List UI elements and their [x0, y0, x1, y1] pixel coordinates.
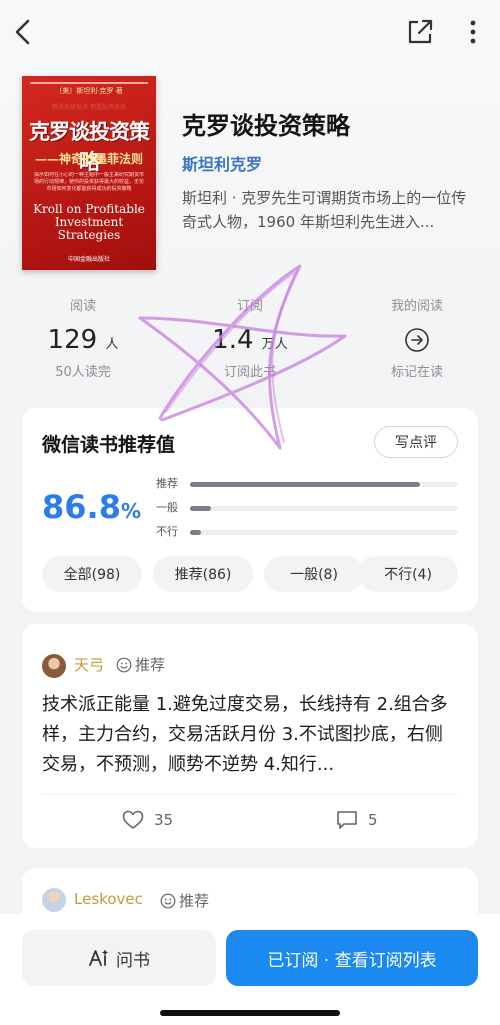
- smile-icon: [116, 657, 132, 672]
- score-value: 86.8: [42, 488, 121, 526]
- review-tag-label: 推荐: [135, 656, 166, 674]
- stat-my-reading-sub: 标记在读: [390, 365, 443, 380]
- divider: [42, 794, 458, 795]
- rating-bar-track: [190, 482, 458, 487]
- rating-bar-label: 不行: [156, 525, 178, 538]
- recommendation-score: 86.8%: [42, 488, 141, 526]
- stat-subscribe-unit: 万人: [261, 337, 288, 352]
- rating-bar-fill: [190, 482, 421, 487]
- stat-my-reading-icon-wrap: [334, 318, 500, 362]
- recommendation-card: 微信读书推荐值 写点评 86.8% 推荐 一般 不行 全部(98) 推荐(86)…: [22, 408, 478, 612]
- comment-count: 5: [368, 811, 378, 829]
- stat-subscribe-value: 1.4: [212, 325, 254, 355]
- ai-icon: [89, 949, 108, 966]
- cover-blurb: 揭示如何在小心的一种主题中一般主来研究期货市场的行动规律，使你的投资获得最大的收…: [33, 172, 144, 192]
- arrow-right-circle-icon: [405, 328, 429, 352]
- score-percent: %: [120, 499, 141, 523]
- stat-subscribe-value-wrap: 1.4 万人: [167, 318, 333, 362]
- comment-icon: [337, 811, 357, 829]
- stat-subscribe-label: 订阅: [236, 299, 263, 314]
- review-text[interactable]: 技术派正能量 1.避免过度交易，长线持有 2.组合多样，主力合约，交易活跃月份 …: [42, 690, 458, 780]
- stat-subscribe-sub: 订阅此书: [223, 365, 276, 380]
- book-cover[interactable]: 〔美〕斯坦利·克罗 著 精通期货投资 把握投资机会 克罗谈投资策略 ——神奇的墨…: [22, 76, 156, 270]
- filter-chip-all[interactable]: 全部(98): [42, 556, 142, 592]
- like-button[interactable]: 35: [122, 810, 173, 830]
- subscription-list-button[interactable]: 已订阅 · 查看订阅列表: [226, 930, 478, 986]
- bottom-action-bar: 问书 已订阅 · 查看订阅列表: [0, 914, 500, 1025]
- cover-author-line: 〔美〕斯坦利·克罗 著: [55, 87, 123, 95]
- comment-button[interactable]: 5: [336, 810, 378, 830]
- stat-my-reading-label: 我的阅读: [390, 299, 443, 314]
- stats-row: 阅读 129 人 50人读完 订阅 1.4 万人 订阅此书 我的阅读 标记在读: [0, 296, 500, 386]
- home-indicator: [160, 1010, 340, 1016]
- stat-read[interactable]: 阅读 129 人 50人读完: [0, 296, 166, 384]
- rating-bar-bad: 不行: [156, 524, 460, 540]
- more-button[interactable]: [460, 16, 486, 48]
- review-tag: 推荐: [160, 890, 209, 911]
- filter-chip-bad[interactable]: 不行(4): [358, 556, 458, 592]
- like-count: 35: [154, 811, 174, 829]
- cover-english-title: Kroll on Profitable Investment Strategie…: [33, 202, 145, 242]
- review-tag: 推荐: [116, 654, 165, 675]
- stat-read-unit: 人: [105, 337, 119, 352]
- stat-read-label: 阅读: [69, 299, 96, 314]
- cover-publisher: 中国金融出版社: [67, 256, 110, 263]
- ask-book-label: 问书: [116, 950, 150, 971]
- rating-bar-label: 推荐: [156, 477, 178, 490]
- avatar[interactable]: [42, 888, 66, 912]
- rating-bar-track: [190, 530, 458, 535]
- share-external-icon: [408, 19, 433, 44]
- write-review-button[interactable]: 写点评: [374, 426, 458, 458]
- review-tag-label: 推荐: [179, 892, 210, 910]
- heart-icon: [122, 810, 144, 829]
- reviewer-name[interactable]: 天弓: [74, 654, 104, 675]
- avatar[interactable]: [42, 654, 66, 678]
- book-description[interactable]: 斯坦利 · 克罗先生可谓期货市场上的一位传奇式人物，1960 年斯坦利先生进入.…: [182, 186, 478, 234]
- filter-chip-neutral[interactable]: 一般(8): [264, 556, 364, 592]
- top-nav-bar: [0, 0, 500, 64]
- stat-read-sub: 50人读完: [55, 365, 111, 380]
- rating-bar-track: [190, 506, 458, 511]
- book-title: 克罗谈投资策略: [182, 112, 350, 140]
- smile-icon: [160, 893, 176, 908]
- rating-bar-neutral: 一般: [156, 500, 460, 516]
- recommendation-title: 微信读书推荐值: [42, 434, 176, 456]
- rating-bar-fill: [190, 506, 212, 511]
- rating-bar-fill: [190, 530, 201, 535]
- stat-read-value-wrap: 129 人: [0, 318, 166, 362]
- cover-tagline: 精通期货投资 把握投资机会: [52, 104, 126, 111]
- rating-bar-label: 一般: [156, 501, 178, 514]
- more-vertical-icon: [470, 20, 476, 44]
- filter-chip-recommend[interactable]: 推荐(86): [153, 556, 253, 592]
- back-button[interactable]: [6, 14, 40, 50]
- chevron-left-icon: [15, 19, 30, 45]
- cover-title: 克罗谈投资策略: [29, 119, 150, 174]
- ask-book-button[interactable]: 问书: [22, 930, 216, 986]
- stat-read-value: 129: [47, 325, 98, 355]
- book-author-link[interactable]: 斯坦利克罗: [182, 151, 262, 175]
- cover-subtitle: ——神奇的墨菲法则: [34, 152, 143, 166]
- rating-bar-recommend: 推荐: [156, 476, 460, 492]
- review-card[interactable]: 天弓 推荐 技术派正能量 1.避免过度交易，长线持有 2.组合多样，主力合约，交…: [22, 624, 478, 848]
- stat-my-reading[interactable]: 我的阅读 标记在读: [334, 296, 500, 384]
- share-button[interactable]: [404, 16, 436, 48]
- stat-subscribe[interactable]: 订阅 1.4 万人 订阅此书: [167, 296, 333, 384]
- reviewer-name[interactable]: Leskovec: [74, 890, 143, 908]
